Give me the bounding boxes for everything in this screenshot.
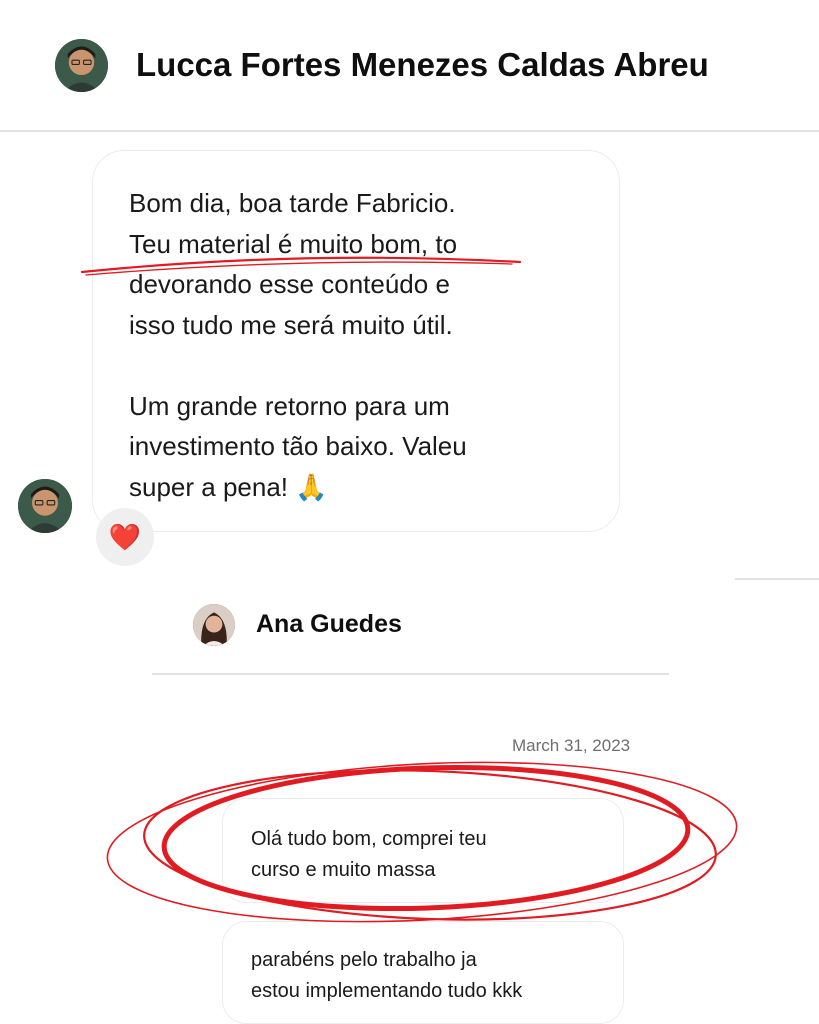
message-bubble[interactable]: Olá tudo bom, comprei teu curso e muito … <box>222 798 624 903</box>
chat-header-title[interactable]: Lucca Fortes Menezes Caldas Abreu <box>136 46 709 84</box>
chat-header-title[interactable]: Ana Guedes <box>256 610 402 639</box>
avatar-photo-icon <box>18 479 72 533</box>
message-text: parabéns pelo trabalho ja estou implemen… <box>251 949 523 1002</box>
message-text: Bom dia, boa tarde Fabricio. Teu materia… <box>129 188 467 502</box>
avatar-photo-icon <box>193 604 235 646</box>
header-divider <box>152 673 669 675</box>
heart-reaction[interactable]: ❤️ <box>96 508 154 566</box>
message-text: Olá tudo bom, comprei teu curso e muito … <box>251 828 487 881</box>
section-divider <box>735 578 819 580</box>
avatar-photo-icon <box>55 39 108 92</box>
message-bubble[interactable]: parabéns pelo trabalho ja estou implemen… <box>222 921 624 1024</box>
contact-avatar[interactable] <box>193 604 235 646</box>
date-separator: March 31, 2023 <box>512 736 631 755</box>
contact-avatar[interactable] <box>55 39 108 92</box>
sender-avatar[interactable] <box>18 479 72 533</box>
header-divider <box>0 130 819 132</box>
message-bubble[interactable]: Bom dia, boa tarde Fabricio. Teu materia… <box>92 150 620 532</box>
